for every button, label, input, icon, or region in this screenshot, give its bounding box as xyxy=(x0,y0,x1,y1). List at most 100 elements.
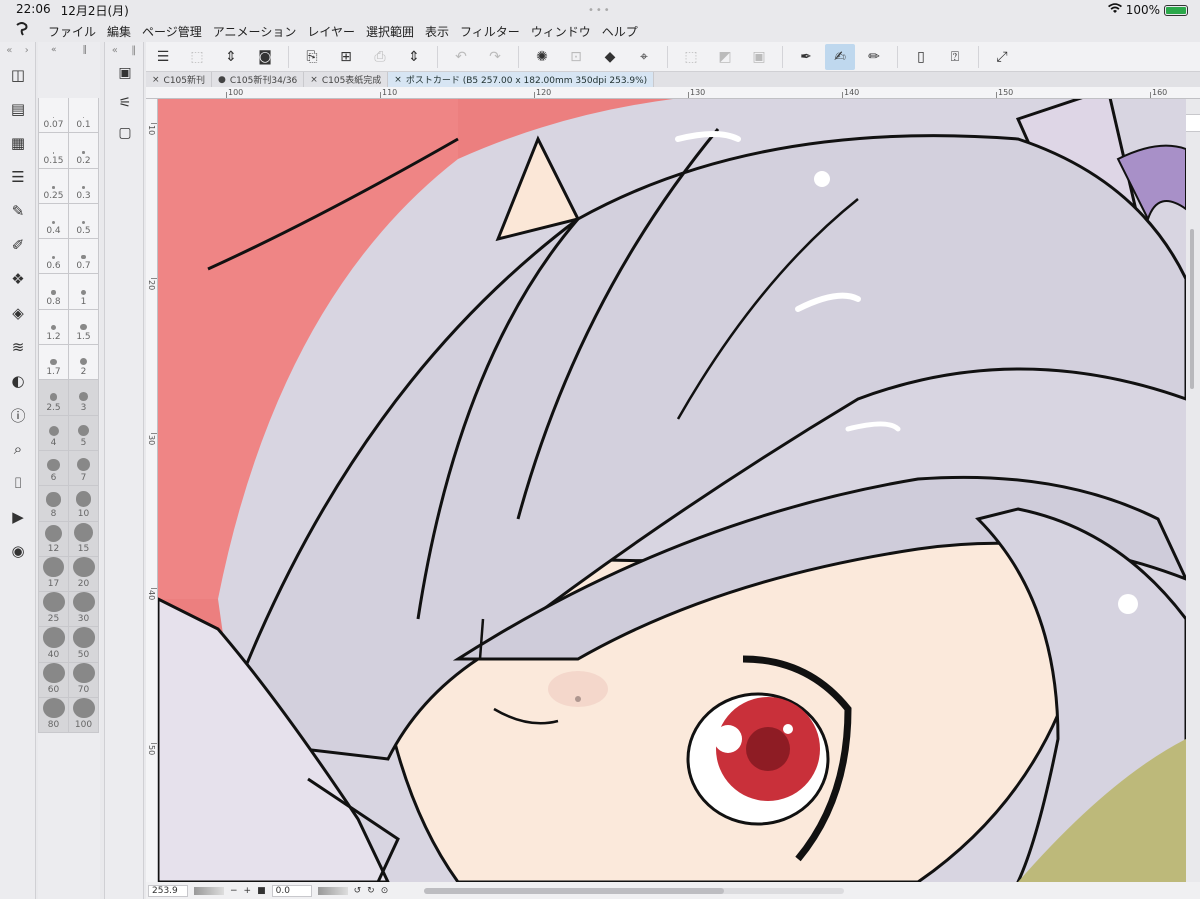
brush-size-cell[interactable]: 100 xyxy=(69,698,99,734)
layers-icon[interactable]: ≋ xyxy=(0,330,36,364)
clear-icon[interactable]: ⊡ xyxy=(561,44,591,70)
brush-size-cell[interactable]: 0.15 xyxy=(39,133,69,169)
expand-selection-icon[interactable]: ▣ xyxy=(744,44,774,70)
close-icon[interactable]: × xyxy=(394,75,402,85)
brush-size-cell[interactable]: 60 xyxy=(39,662,69,699)
brush-size-cell[interactable]: 0.25 xyxy=(39,168,69,204)
save-icon[interactable]: ▣ xyxy=(105,58,145,88)
brush-size-cell[interactable]: 1.7 xyxy=(39,345,69,381)
export-icon[interactable]: ⎙ xyxy=(365,44,395,70)
brush-size-cell[interactable]: 10 xyxy=(69,486,99,522)
brush-size-cell[interactable]: 2.5 xyxy=(39,380,69,416)
fullscreen-icon[interactable]: ⤢ xyxy=(987,44,1017,70)
layer-props-icon[interactable]: ❖ xyxy=(0,262,36,296)
drawing-canvas[interactable] xyxy=(158,99,1186,882)
horizontal-scroll-thumb[interactable] xyxy=(424,887,725,894)
angle-slider[interactable] xyxy=(317,886,348,895)
smartphone-icon[interactable]: ▯ xyxy=(906,44,936,70)
timeline-icon[interactable]: ▶ xyxy=(0,500,36,534)
brush-size-cell[interactable]: 6 xyxy=(39,450,69,487)
menu-layer[interactable]: レイヤー xyxy=(307,23,366,40)
brush-icon[interactable]: ✍ xyxy=(825,43,855,70)
fit-icon[interactable]: ■ xyxy=(257,886,266,896)
brush-size-cell[interactable]: 0.5 xyxy=(69,203,99,240)
navigator-icon[interactable]: ◉ xyxy=(0,534,36,568)
collapse-left-icon[interactable]: « xyxy=(6,45,12,56)
doc-tab[interactable]: × C105表紙完成 xyxy=(304,72,389,87)
brush-size-cell[interactable]: 0.1 xyxy=(69,98,99,134)
brush-size-cell[interactable]: 0.7 xyxy=(69,239,99,275)
brush-size-cell[interactable]: 0.8 xyxy=(39,274,69,310)
doc-tab[interactable]: ● C105新刊34/36 xyxy=(212,72,305,87)
redo-icon[interactable]: ↷ xyxy=(480,44,510,70)
layer-palette-icon[interactable]: ◫ xyxy=(0,58,36,92)
chevron-updown-icon[interactable]: ⇕ xyxy=(399,44,429,70)
brush-size-cell[interactable]: 8 xyxy=(39,486,69,522)
panel-grip-icon[interactable]: ‖ xyxy=(82,45,87,55)
search-icon[interactable]: ⌕ xyxy=(0,432,36,466)
pencil-icon[interactable]: ✏ xyxy=(859,44,889,70)
color-set-icon[interactable]: ▦ xyxy=(0,126,36,160)
menu-help[interactable]: ヘルプ xyxy=(602,23,649,40)
menu-window[interactable]: ウィンドウ xyxy=(531,23,602,40)
rotate-left-icon[interactable]: ↺ xyxy=(354,886,362,896)
sub-view-icon[interactable]: ▢ xyxy=(105,118,145,148)
menu-selection[interactable]: 選択範囲 xyxy=(366,23,425,40)
multitask-dots-icon[interactable]: ••• xyxy=(588,5,612,16)
new-page-icon[interactable]: ⎘ xyxy=(297,44,327,70)
brush-size-cell[interactable]: 0.6 xyxy=(39,239,69,275)
brush-size-cell[interactable]: 25 xyxy=(39,592,69,628)
info-icon[interactable]: ⓘ xyxy=(0,398,36,432)
pen-tool-icon[interactable]: ✎ xyxy=(0,194,36,228)
deselect-icon[interactable]: ⬚ xyxy=(676,44,706,70)
horizontal-scrollbar[interactable] xyxy=(424,887,845,894)
brush-size-cell[interactable]: 0.2 xyxy=(69,133,99,169)
menu-edit[interactable]: 編集 xyxy=(107,23,142,40)
collapse-icon[interactable]: « xyxy=(112,45,118,56)
edit-icon[interactable]: ⬚ xyxy=(182,44,212,70)
zoom-field[interactable]: 253.9 xyxy=(148,884,188,897)
brush-size-cell[interactable]: 17 xyxy=(39,556,69,593)
fill-icon[interactable]: ◆ xyxy=(595,44,625,70)
brush-size-cell[interactable]: 1.5 xyxy=(69,309,99,346)
brush-size-cell[interactable]: 12 xyxy=(39,521,69,557)
doc-tab[interactable]: × C105新刊 xyxy=(146,72,213,87)
menu-filter[interactable]: フィルター xyxy=(460,23,531,40)
brush-size-cell[interactable]: 0.4 xyxy=(39,203,69,240)
list-icon[interactable]: ☰ xyxy=(0,160,36,194)
transform-icon[interactable]: ⌖ xyxy=(629,44,659,70)
brush-size-cell[interactable]: 5 xyxy=(69,415,99,451)
brush-size-cell[interactable]: 40 xyxy=(39,627,69,663)
help-icon[interactable]: ⍰ xyxy=(940,44,970,70)
color-circle-icon[interactable]: ◐ xyxy=(0,364,36,398)
brush-size-cell[interactable]: 7 xyxy=(69,450,99,487)
tool-property-icon[interactable]: ⚟ xyxy=(105,88,145,118)
menu-file[interactable]: ファイル xyxy=(48,23,107,40)
expand-right-icon[interactable]: › xyxy=(25,45,29,56)
brush-size-cell[interactable]: 70 xyxy=(69,662,99,699)
app-logo-icon[interactable] xyxy=(8,20,36,42)
close-icon[interactable]: × xyxy=(152,75,160,85)
camera-icon[interactable]: ⌷ xyxy=(0,466,36,500)
brush-tool-icon[interactable]: ✐ xyxy=(0,228,36,262)
clip-studio-icon[interactable]: ◙ xyxy=(250,44,280,70)
doc-tab-active[interactable]: × ポストカード (B5 257.00 x 182.00mm 350dpi 253… xyxy=(388,72,655,87)
brush-size-cell[interactable]: 0.3 xyxy=(69,168,99,204)
brush-size-cell[interactable]: 20 xyxy=(69,556,99,593)
menu-view[interactable]: 表示 xyxy=(425,23,460,40)
chevron-updown-icon[interactable]: ⇕ xyxy=(216,44,246,70)
zoom-slider[interactable] xyxy=(194,886,224,895)
zoom-in-button[interactable]: + xyxy=(244,886,252,896)
open-folder-icon[interactable]: ⊞ xyxy=(331,44,361,70)
layer-stack-icon[interactable]: ◈ xyxy=(0,296,36,330)
rotate-right-icon[interactable]: ↻ xyxy=(367,886,375,896)
menu-icon[interactable]: ☰ xyxy=(148,44,178,70)
loading-icon[interactable]: ✺ xyxy=(527,44,557,70)
zoom-out-button[interactable]: − xyxy=(230,886,238,896)
close-icon[interactable]: × xyxy=(310,75,318,85)
angle-field[interactable]: 0.0 xyxy=(271,884,312,897)
pen-icon[interactable]: ✒ xyxy=(791,44,821,70)
brush-size-cell[interactable]: 1 xyxy=(69,274,99,310)
undo-icon[interactable]: ↶ xyxy=(446,44,476,70)
vertical-scrollbar[interactable] xyxy=(1188,99,1196,882)
